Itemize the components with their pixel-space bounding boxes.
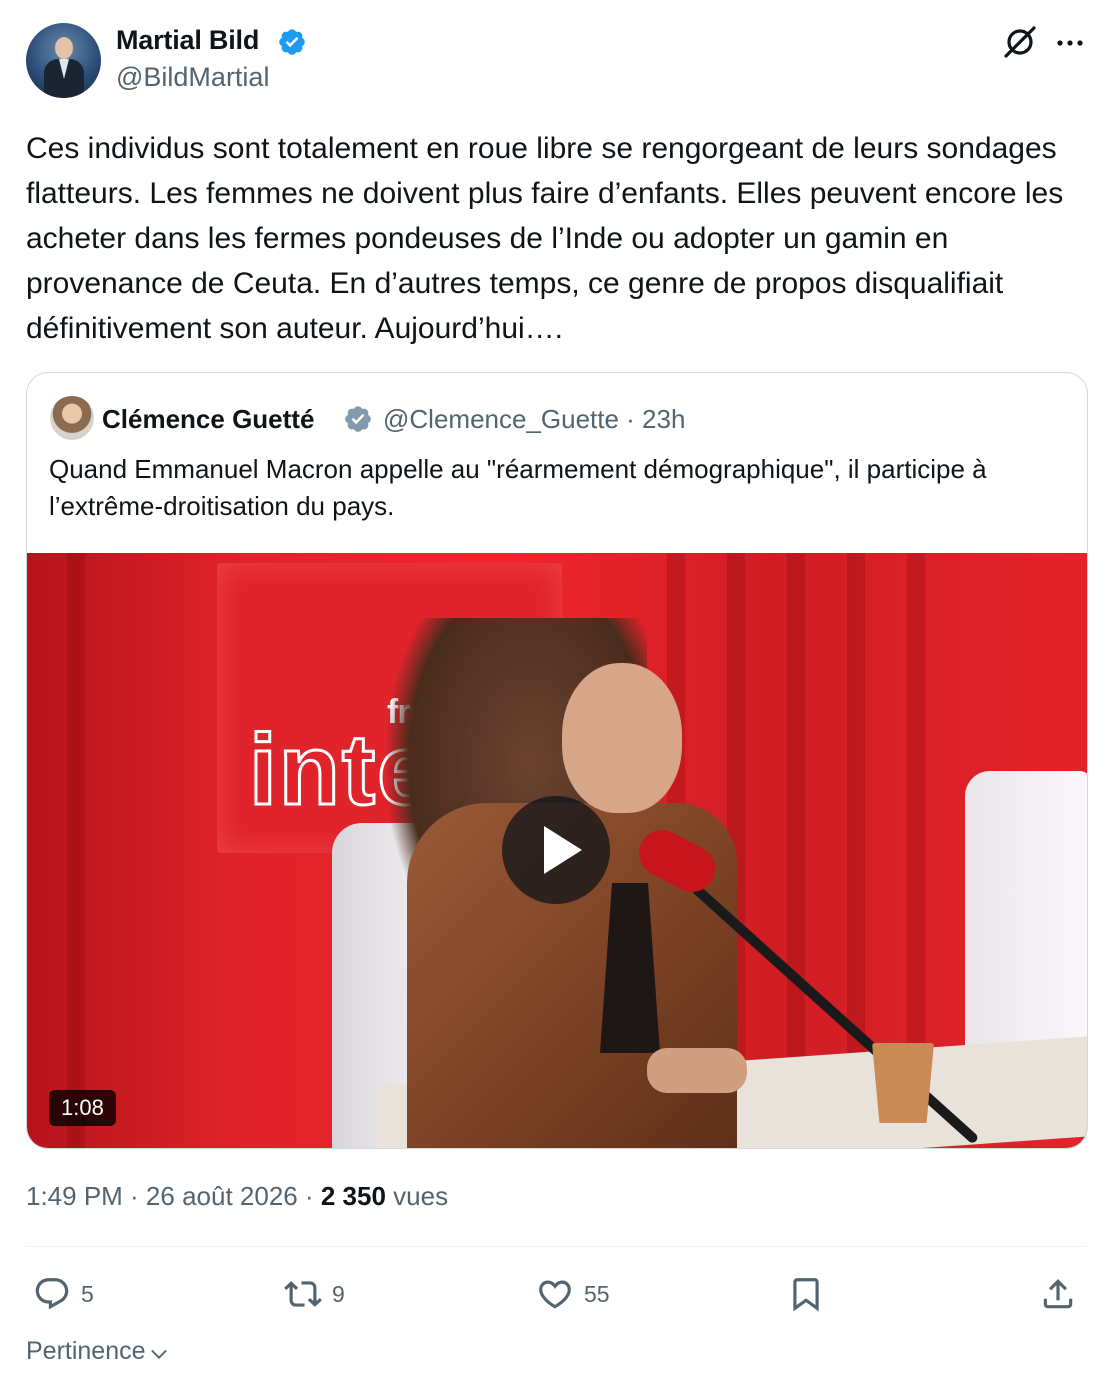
quoted-tweet[interactable]: Clémence Guetté @Clemence_Guette · 23h Q… <box>26 372 1088 1149</box>
tweet-meta: 1:49 PM · 26 août 2026 · 2 350 vues <box>26 1181 448 1212</box>
bookmark-icon <box>793 1278 819 1312</box>
sort-label: Pertinence <box>26 1337 146 1365</box>
sort-dropdown[interactable]: Pertinence <box>26 1337 170 1366</box>
more-icon[interactable] <box>1053 26 1087 60</box>
author-name[interactable]: Martial Bild <box>116 25 259 56</box>
reply-icon <box>35 1278 69 1310</box>
grok-icon[interactable] <box>1002 24 1038 60</box>
views-label: vues <box>385 1181 449 1211</box>
share-icon <box>1043 1279 1073 1309</box>
author-avatar[interactable] <box>26 23 101 98</box>
tweet-text: Ces individus sont totalement en roue li… <box>26 132 1064 345</box>
play-icon[interactable] <box>544 826 582 874</box>
repost-icon <box>284 1281 322 1307</box>
repost-count: 9 <box>332 1280 345 1307</box>
quoted-tweet-text: Quand Emmanuel Macron appelle au "réarme… <box>49 454 987 521</box>
video-duration: 1:08 <box>49 1090 116 1126</box>
like-button[interactable]: 55 <box>536 1272 610 1316</box>
tweet-timestamp[interactable]: 1:49 PM · 26 août 2026 · <box>26 1181 321 1211</box>
repost-button[interactable]: 9 <box>284 1272 345 1316</box>
reply-button[interactable]: 5 <box>33 1272 94 1316</box>
author-handle[interactable]: @BildMartial <box>116 62 269 93</box>
quoted-author-avatar[interactable] <box>50 396 94 440</box>
bookmark-button[interactable] <box>787 1272 835 1316</box>
quoted-author-name[interactable]: Clémence Guetté <box>102 404 314 435</box>
reply-count: 5 <box>81 1280 94 1307</box>
chevron-down-icon <box>150 1349 167 1359</box>
divider <box>26 1246 1086 1247</box>
verified-badge-icon <box>345 406 371 432</box>
share-button[interactable] <box>1039 1272 1087 1316</box>
view-count: 2 350 <box>320 1181 386 1211</box>
quoted-author-handle[interactable]: @Clemence_Guette · 23h <box>383 404 685 435</box>
like-icon <box>539 1280 571 1309</box>
video-player[interactable]: france inter 1:08 <box>27 553 1087 1148</box>
like-count: 55 <box>584 1280 610 1307</box>
verified-badge-icon <box>279 29 305 55</box>
